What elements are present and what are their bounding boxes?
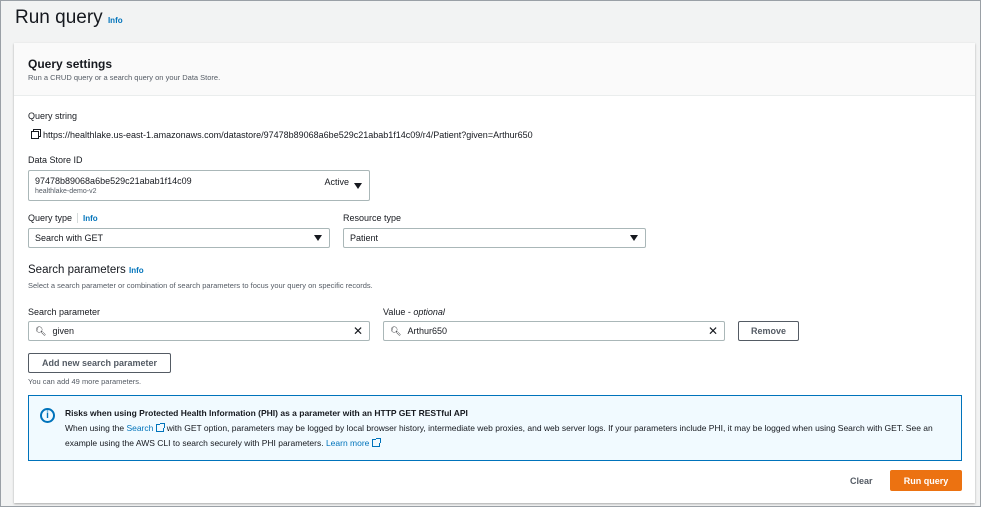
info-link[interactable]: Info: [129, 266, 144, 275]
learn-more-link[interactable]: Learn more: [326, 438, 369, 448]
clear-icon[interactable]: ✕: [353, 324, 363, 338]
clear-icon[interactable]: ✕: [708, 324, 718, 338]
query-string: https://healthlake.us-east-1.amazonaws.c…: [31, 130, 533, 140]
resource-type-label: Resource type: [343, 213, 402, 223]
clear-button[interactable]: Clear: [850, 476, 873, 486]
copy-icon[interactable]: [31, 131, 39, 139]
chevron-down-icon: [630, 235, 638, 241]
data-store-name: healthlake-demo-v2: [35, 188, 97, 195]
chevron-down-icon: [354, 182, 362, 189]
data-store-label: Data Store ID: [28, 155, 83, 165]
external-link-icon: [372, 438, 382, 447]
query-string-label: Query string: [28, 111, 78, 121]
query-type-select[interactable]: Search with GET: [28, 228, 330, 248]
data-store-select[interactable]: 97478b89068a6be529c21abab1f14c09 healthl…: [28, 170, 370, 201]
search-params-title: Search parameters Info: [28, 264, 144, 276]
resource-type-select[interactable]: Patient: [343, 228, 646, 248]
alert-title: Risks when using Protected Health Inform…: [65, 408, 468, 418]
search-link[interactable]: Search: [126, 423, 153, 433]
card-header: Query settings Run a CRUD query or a sea…: [14, 43, 975, 96]
query-type-label: Query type Info: [28, 213, 98, 223]
search-parameter-label: Search parameter: [28, 307, 101, 317]
info-link[interactable]: Info: [83, 214, 98, 223]
search-icon: 🔍︎: [390, 325, 402, 336]
page-title: Run query Info: [15, 7, 123, 28]
card-description: Run a CRUD query or a search query on yo…: [28, 73, 221, 82]
value-input[interactable]: 🔍︎ Arthur650 ✕: [383, 321, 725, 341]
add-search-parameter-button[interactable]: Add new search parameter: [28, 353, 171, 373]
chevron-down-icon: [314, 235, 322, 241]
data-store-id: 97478b89068a6be529c21abab1f14c09: [35, 176, 192, 186]
card-title: Query settings: [28, 57, 113, 71]
alert-text: When using the Search with GET option, p…: [65, 423, 933, 448]
info-link[interactable]: Info: [108, 16, 123, 25]
search-parameter-input[interactable]: 🔍︎ given ✕: [28, 321, 370, 341]
search-icon: 🔍︎: [35, 325, 47, 336]
external-link-icon: [156, 423, 166, 432]
value-label: Value - optional: [383, 307, 445, 317]
status-badge: Active: [324, 177, 349, 187]
phi-alert: i Risks when using Protected Health Info…: [28, 395, 962, 461]
info-icon: i: [40, 408, 55, 423]
remove-button[interactable]: Remove: [738, 321, 799, 341]
parameters-hint: You can add 49 more parameters.: [28, 377, 142, 386]
search-params-description: Select a search parameter or combination…: [28, 281, 373, 290]
run-query-button[interactable]: Run query: [890, 470, 962, 491]
